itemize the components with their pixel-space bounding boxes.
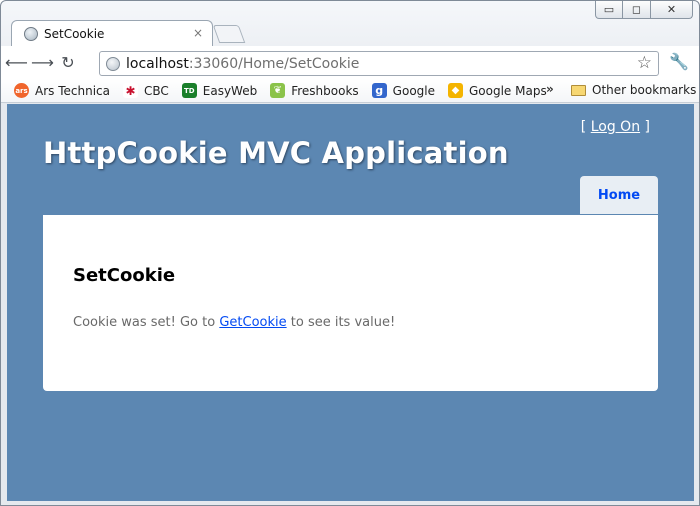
bookmark-label: EasyWeb — [202, 83, 258, 98]
page-info-globe-icon — [106, 56, 120, 71]
bookmark-cbc[interactable]: ✱ CBC — [122, 83, 169, 98]
ars-icon: ars — [14, 83, 29, 98]
url-path: :33060/Home/SetCookie — [188, 55, 360, 72]
wrench-icon[interactable]: 🔧 — [669, 52, 689, 71]
bookmark-star-icon[interactable]: ☆ — [637, 53, 652, 73]
menu-item-home[interactable]: Home — [580, 176, 658, 214]
globe-icon — [24, 26, 38, 41]
text-after-link: to see its value! — [286, 315, 396, 330]
bookmark-label: Google — [392, 83, 435, 98]
back-arrow-icon[interactable]: ⟵ — [5, 53, 28, 72]
logon-bracket-open: [ — [580, 119, 587, 135]
bookmark-google-maps[interactable]: ◆ Google Maps — [448, 83, 547, 98]
bookmark-label: Ars Technica — [35, 83, 110, 98]
td-icon: TD — [181, 83, 197, 98]
getcookie-link[interactable]: GetCookie — [219, 315, 286, 330]
window-controls: ▭ ◻ ✕ — [595, 1, 693, 19]
maximize-button[interactable]: ◻ — [623, 1, 651, 19]
other-bookmarks-folder[interactable]: Other bookmarks — [571, 83, 696, 97]
page-heading: SetCookie — [73, 265, 176, 286]
main-content: SetCookie Cookie was set! Go to GetCooki… — [43, 215, 658, 391]
address-bar[interactable]: localhost:33060/Home/SetCookie ☆ — [99, 51, 659, 76]
page-viewport: [ Log On ] HttpCookie MVC Application Ho… — [7, 104, 694, 501]
cbc-icon: ✱ — [122, 83, 138, 98]
google-icon: g — [371, 83, 387, 98]
new-tab-button[interactable] — [212, 25, 246, 43]
logon-bracket-close: ] — [644, 119, 650, 135]
other-bookmarks-label: Other bookmarks — [592, 83, 697, 97]
logon-display: [ Log On ] — [581, 119, 650, 135]
reload-icon[interactable]: ↻ — [57, 53, 79, 72]
close-tab-icon[interactable]: × — [193, 26, 203, 40]
browser-toolbar: ⟵ ⟶ ↻ localhost:33060/Home/SetCookie ☆ 🔧 — [1, 46, 699, 79]
text-before-link: Cookie was set! Go to — [73, 315, 220, 330]
bookmark-easyweb[interactable]: TD EasyWeb — [181, 83, 258, 98]
tab-setcookie[interactable]: SetCookie × — [11, 20, 213, 46]
site-title: HttpCookie MVC Application — [43, 136, 509, 170]
close-window-button[interactable]: ✕ — [651, 1, 693, 19]
bookmark-label: Freshbooks — [291, 83, 359, 98]
google-maps-icon: ◆ — [448, 83, 463, 98]
freshbooks-icon: ❦ — [270, 83, 286, 98]
bookmark-label: CBC — [143, 83, 169, 98]
bookmarks-bar: ars Ars Technica ✱ CBC TD EasyWeb ❦ Fres… — [1, 79, 699, 103]
bookmark-google[interactable]: g Google — [371, 83, 435, 98]
browser-window: ▭ ◻ ✕ SetCookie × ⟵ ⟶ ↻ localhost:33060/… — [0, 0, 700, 506]
tab-title: SetCookie — [44, 26, 105, 41]
bookmark-freshbooks[interactable]: ❦ Freshbooks — [270, 83, 359, 98]
folder-icon — [571, 84, 586, 96]
content-paragraph: Cookie was set! Go to GetCookie to see i… — [73, 315, 395, 330]
url-host: localhost — [126, 55, 189, 72]
forward-arrow-icon[interactable]: ⟶ — [31, 53, 54, 72]
bookmark-ars-technica[interactable]: ars Ars Technica — [14, 83, 110, 98]
minimize-button[interactable]: ▭ — [595, 1, 623, 19]
log-on-link[interactable]: Log On — [591, 119, 640, 135]
bookmark-label: Google Maps — [469, 83, 547, 98]
more-bookmarks-chevron-icon[interactable]: » — [546, 82, 554, 96]
